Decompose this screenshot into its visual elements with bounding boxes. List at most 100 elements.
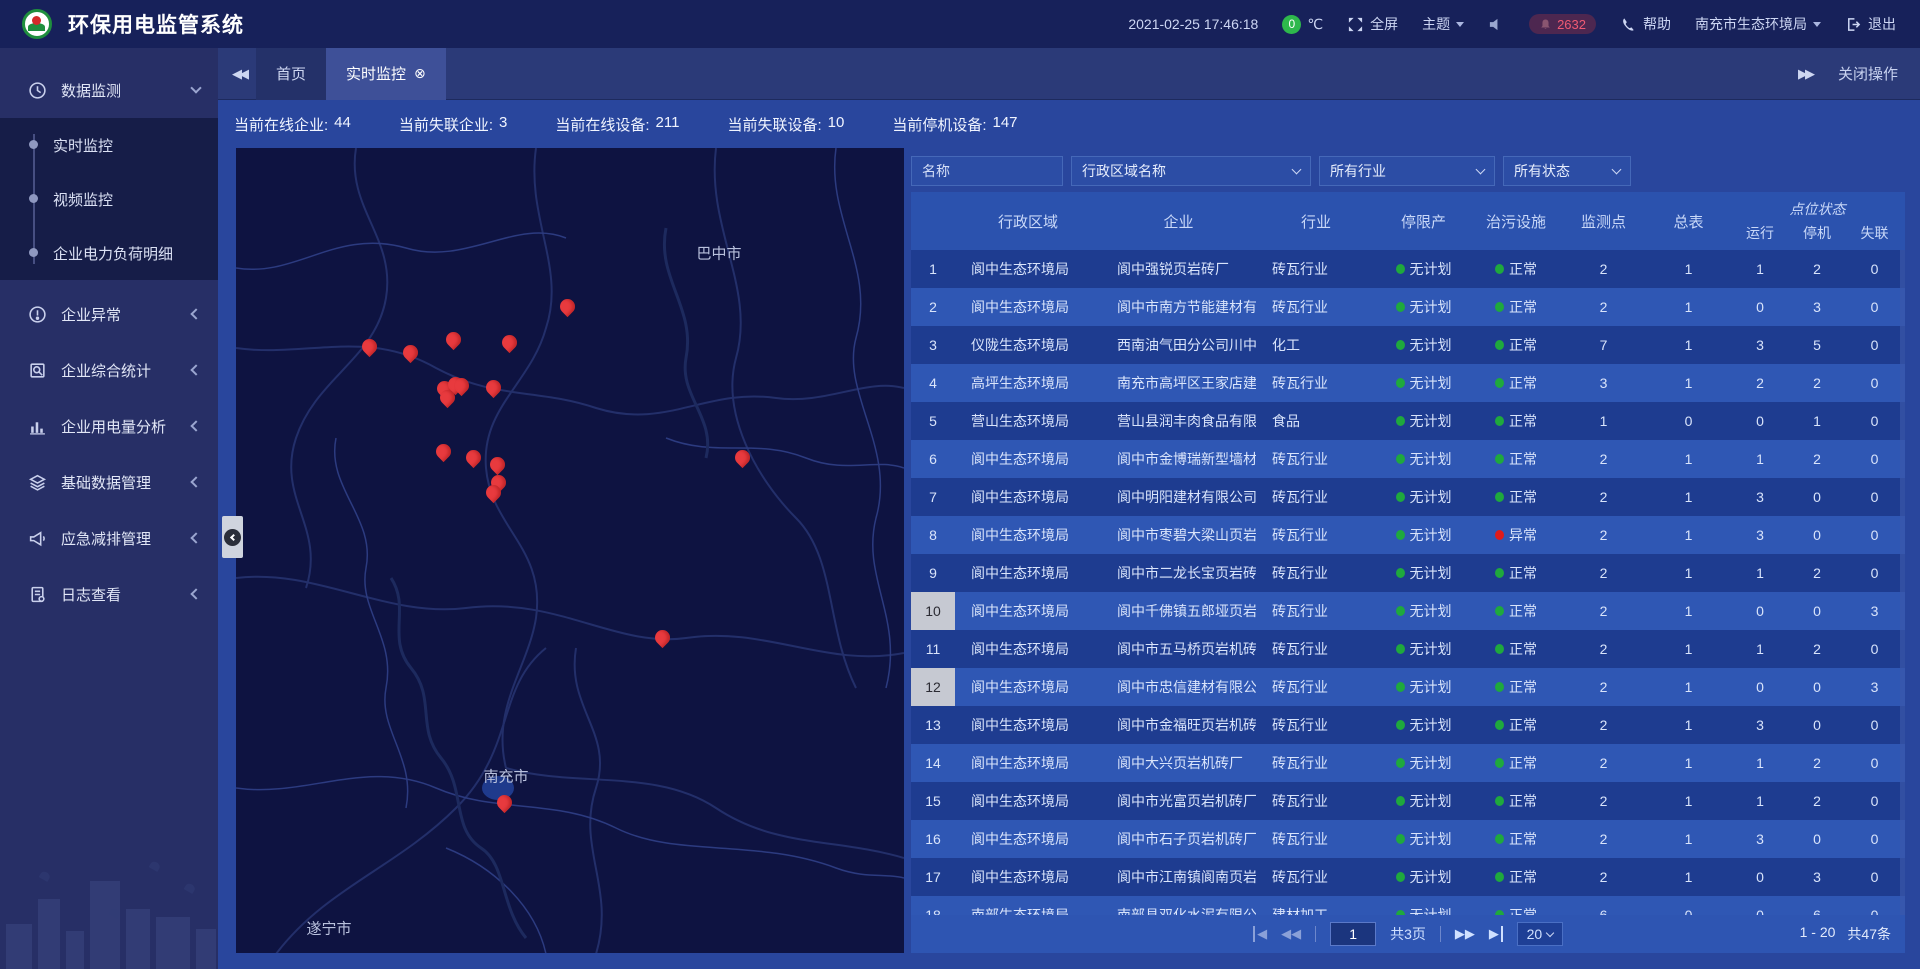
cell-region: 阆中生态环境局 [955, 706, 1101, 744]
cell-run: 0 [1731, 668, 1789, 706]
cell-lost: 0 [1845, 820, 1904, 858]
industry-filter-select[interactable]: 所有行业 [1319, 156, 1495, 186]
exit-icon [1845, 16, 1862, 33]
status-dot [1495, 530, 1504, 540]
main-content: ◀◀ 首页实时监控 ▶▶ 关闭操作 当前在线企业:44当前失联企业:3当前在线设… [218, 48, 1920, 969]
cell-limit: 无计划 [1376, 402, 1471, 440]
tab-1[interactable]: 实时监控 [326, 48, 446, 100]
tab-0[interactable]: 首页 [256, 48, 326, 100]
cell-industry: 砖瓦行业 [1256, 782, 1376, 820]
sidebar-item-0[interactable]: 数据监测 [0, 62, 218, 118]
cell-points: 2 [1561, 820, 1646, 858]
table-row[interactable]: 2阆中生态环境局阆中市南方节能建材有砖瓦行业无计划正常21030 [911, 288, 1905, 326]
next-page-icon[interactable]: ▶▶ [1455, 926, 1475, 942]
cell-stop: 2 [1789, 630, 1845, 668]
chevron-left-icon [190, 364, 201, 375]
table-row[interactable]: 1阆中生态环境局阆中强锐页岩砖厂砖瓦行业无计划正常21120 [911, 250, 1905, 288]
logout-button[interactable]: 退出 [1845, 14, 1896, 34]
enterprise-table: 行政区域 企业 行业 停限产 治污设施 监测点 总表 点位状态 运行 停机 失联 [911, 192, 1905, 915]
total-pages-label: 共3页 [1390, 924, 1426, 944]
sidebar-item-3[interactable]: 企业用电量分析 [0, 398, 218, 454]
table-row[interactable]: 16阆中生态环境局阆中市石子页岩机砖厂砖瓦行业无计划正常21300 [911, 820, 1905, 858]
cell-limit: 无计划 [1376, 744, 1471, 782]
sidebar-item-6[interactable]: 日志查看 [0, 566, 218, 622]
first-page-icon[interactable]: ◀ [1253, 926, 1267, 942]
layers-icon [28, 473, 47, 492]
table-row[interactable]: 5营山生态环境局营山县润丰肉食品有限食品无计划正常10010 [911, 402, 1905, 440]
cell-limit: 无计划 [1376, 592, 1471, 630]
chevron-left-icon [190, 476, 201, 487]
submenu-item-1[interactable]: 视频监控 [0, 172, 218, 226]
table-row[interactable]: 18南部生态环境局南部县双化水泥有限公建材加工无计划正常60060 [911, 896, 1905, 915]
page-number-input[interactable] [1330, 922, 1376, 946]
region-filter-select[interactable]: 行政区域名称 [1071, 156, 1311, 186]
status-filter-select[interactable]: 所有状态 [1503, 156, 1631, 186]
cell-row-number: 7 [911, 478, 955, 516]
close-icon[interactable] [414, 65, 426, 82]
stat-1: 当前失联企业:3 [399, 114, 508, 135]
cell-industry: 砖瓦行业 [1256, 478, 1376, 516]
cell-row-number: 9 [911, 554, 955, 592]
cell-region: 南部生态环境局 [955, 896, 1101, 915]
cell-row-number: 13 [911, 706, 955, 744]
submenu-item-0[interactable]: 实时监控 [0, 118, 218, 172]
mute-button[interactable] [1488, 16, 1505, 33]
sidebar-item-5[interactable]: 应急减排管理 [0, 510, 218, 566]
cell-company: 阆中市忠信建材有限公 [1101, 668, 1256, 706]
table-row[interactable]: 13阆中生态环境局阆中市金福旺页岩机砖砖瓦行业无计划正常21300 [911, 706, 1905, 744]
theme-menu[interactable]: 主题 [1422, 14, 1464, 34]
close-operations-button[interactable]: 关闭操作 [1838, 63, 1898, 84]
cell-limit: 无计划 [1376, 820, 1471, 858]
table-row[interactable]: 17阆中生态环境局阆中市江南镇阆南页岩砖瓦行业无计划正常21030 [911, 858, 1905, 896]
cell-limit: 无计划 [1376, 250, 1471, 288]
stat-label: 当前停机设备: [892, 114, 986, 135]
cell-row-number: 3 [911, 326, 955, 364]
status-dot [1495, 416, 1504, 426]
status-dot [1396, 378, 1405, 388]
name-filter-input[interactable] [911, 156, 1063, 186]
cell-run: 3 [1731, 326, 1789, 364]
sidebar-collapse-button[interactable] [222, 516, 243, 558]
table-row[interactable]: 10阆中生态环境局阆中千佛镇五郎垭页岩砖瓦行业无计划正常21003 [911, 592, 1905, 630]
stat-label: 当前失联设备: [727, 114, 821, 135]
sidebar-item-2[interactable]: 企业综合统计 [0, 342, 218, 398]
sidebar-item-1[interactable]: 企业异常 [0, 286, 218, 342]
cell-lost: 3 [1845, 668, 1904, 706]
table-row[interactable]: 11阆中生态环境局阆中市五马桥页岩机砖砖瓦行业无计划正常21120 [911, 630, 1905, 668]
prev-page-icon[interactable]: ◀◀ [1281, 926, 1301, 942]
map[interactable]: 巴中市南充市遂宁市 [236, 148, 904, 953]
help-button[interactable]: 帮助 [1620, 14, 1671, 34]
table-row[interactable]: 12阆中生态环境局阆中市忠信建材有限公砖瓦行业无计划正常21003 [911, 668, 1905, 706]
table-row[interactable]: 4高坪生态环境局南充市高坪区王家店建砖瓦行业无计划正常31220 [911, 364, 1905, 402]
chevron-left-icon [190, 308, 201, 319]
tabs-scroll-left-icon[interactable]: ◀◀ [232, 66, 246, 82]
notification-pill[interactable]: 2632 [1529, 14, 1596, 34]
fullscreen-button[interactable]: 全屏 [1347, 14, 1398, 34]
tabs-scroll-right-icon[interactable]: ▶▶ [1798, 66, 1812, 82]
table-scrollbar[interactable] [1900, 250, 1905, 915]
table-row[interactable]: 6阆中生态环境局阆中市金博瑞新型墙材砖瓦行业无计划正常21120 [911, 440, 1905, 478]
cell-run: 1 [1731, 744, 1789, 782]
cell-run: 1 [1731, 782, 1789, 820]
cell-total: 1 [1646, 364, 1731, 402]
stat-value: 211 [656, 114, 680, 135]
cell-facility: 正常 [1471, 440, 1561, 478]
page-size-select[interactable]: 20 [1517, 922, 1563, 946]
table-row[interactable]: 14阆中生态环境局阆中大兴页岩机砖厂砖瓦行业无计划正常21120 [911, 744, 1905, 782]
table-row[interactable]: 3仪陇生态环境局西南油气田分公司川中化工无计划正常71350 [911, 326, 1905, 364]
table-row[interactable]: 9阆中生态环境局阆中市二龙长宝页岩砖砖瓦行业无计划正常21120 [911, 554, 1905, 592]
cell-lost: 0 [1845, 478, 1904, 516]
submenu-item-2[interactable]: 企业电力负荷明细 [0, 226, 218, 280]
table-row[interactable]: 15阆中生态环境局阆中市光富页岩机砖厂砖瓦行业无计划正常21120 [911, 782, 1905, 820]
last-page-icon[interactable]: ▶ [1489, 926, 1503, 942]
table-row[interactable]: 7阆中生态环境局阆中明阳建材有限公司砖瓦行业无计划正常21300 [911, 478, 1905, 516]
table-row[interactable]: 8阆中生态环境局阆中市枣碧大梁山页岩砖瓦行业无计划异常21300 [911, 516, 1905, 554]
cell-total: 1 [1646, 858, 1731, 896]
org-menu[interactable]: 南充市生态环境局 [1695, 14, 1821, 34]
cell-facility: 正常 [1471, 706, 1561, 744]
sidebar-item-4[interactable]: 基础数据管理 [0, 454, 218, 510]
cell-stop: 2 [1789, 250, 1845, 288]
status-dot [1495, 492, 1504, 502]
cell-stop: 2 [1789, 782, 1845, 820]
cell-points: 2 [1561, 478, 1646, 516]
